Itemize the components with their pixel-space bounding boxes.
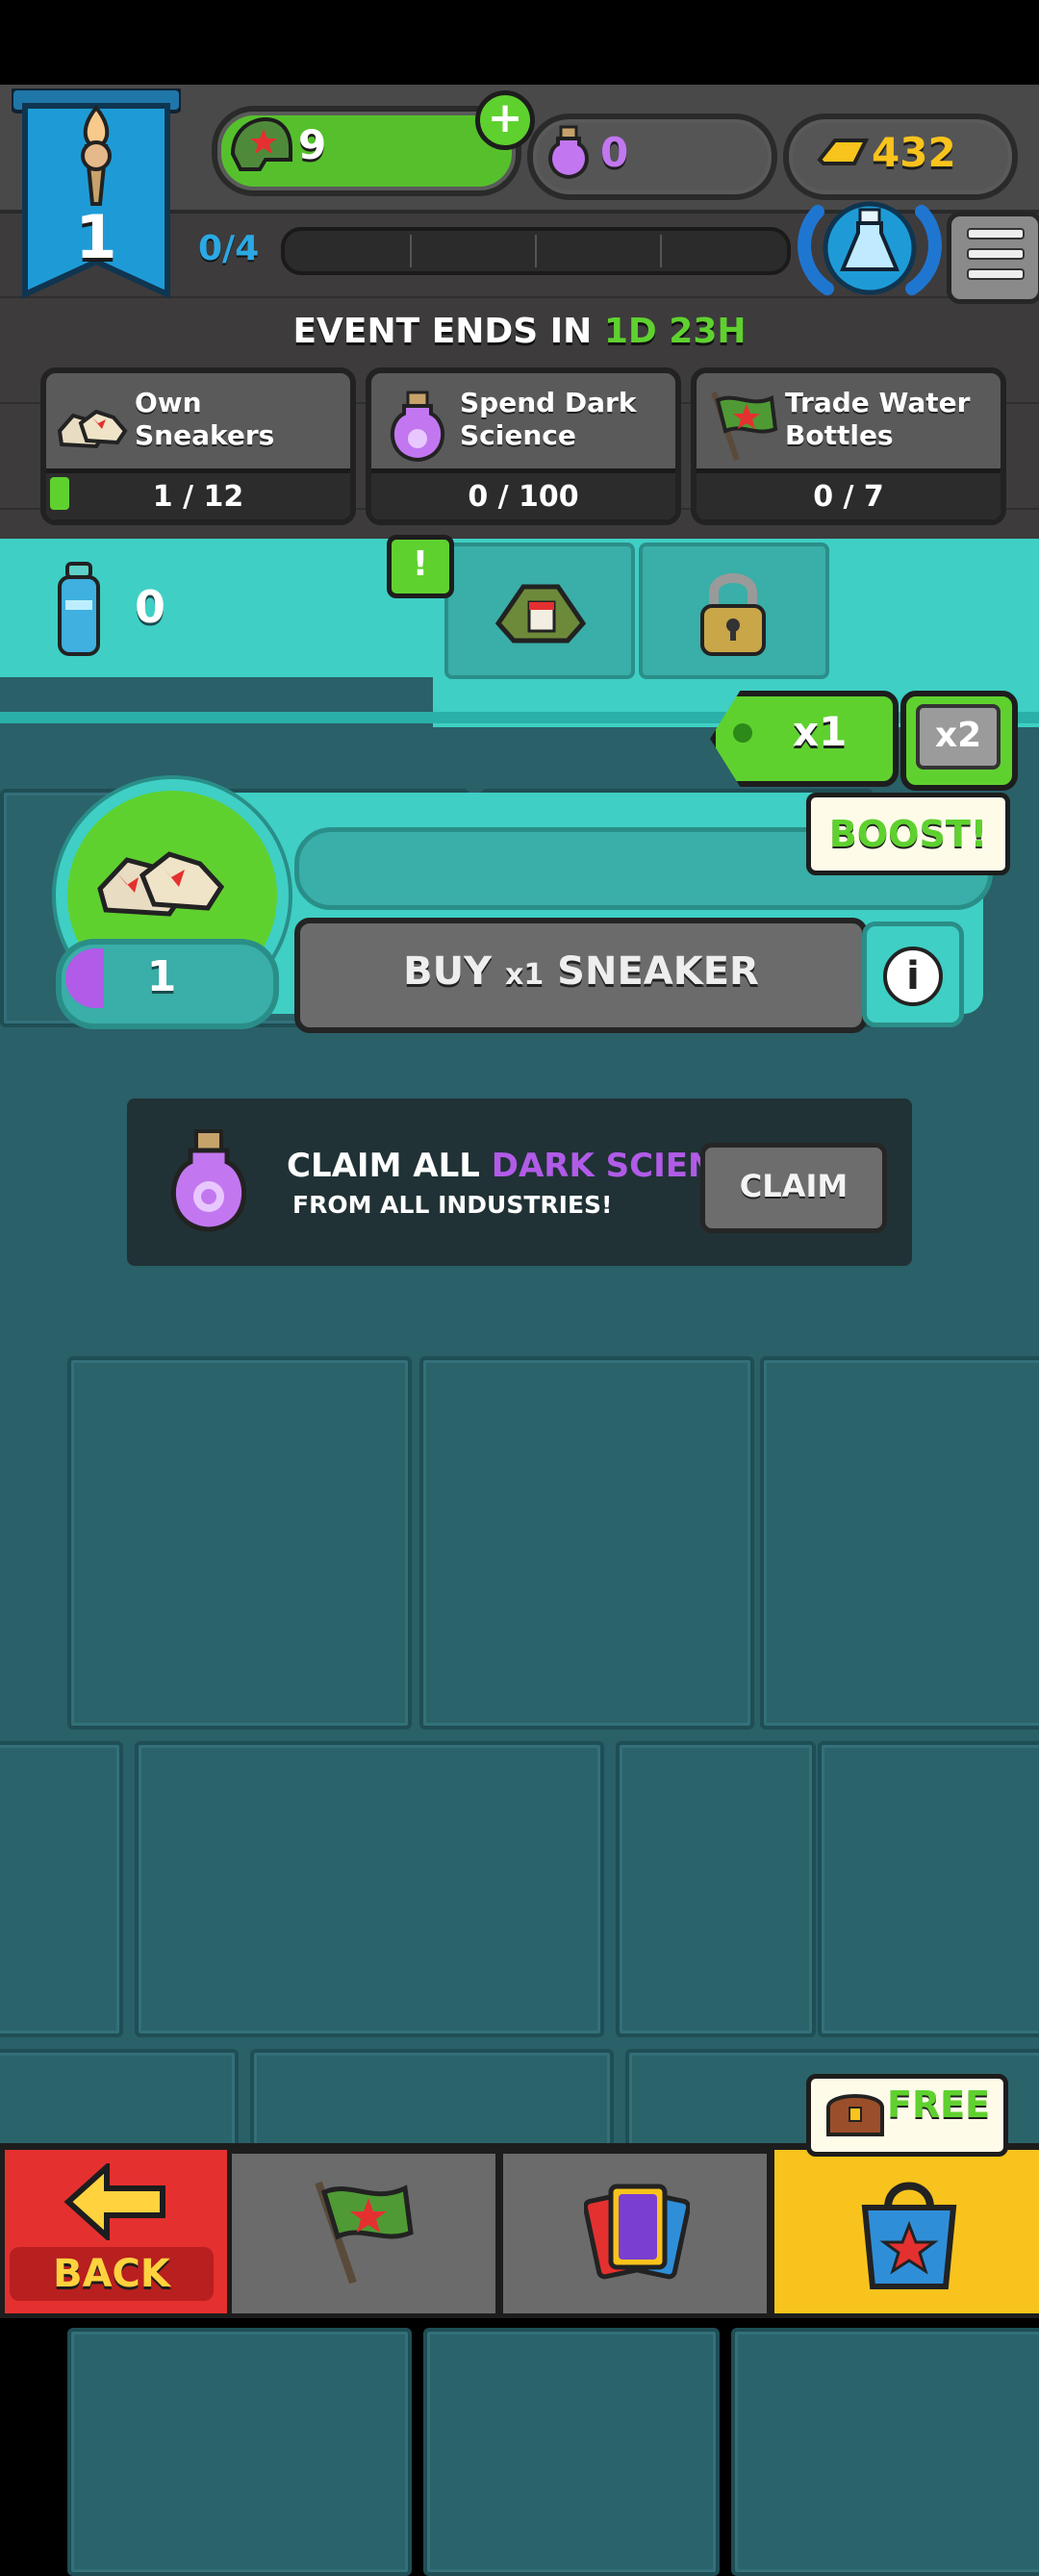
task-card-trade-water-bottles[interactable]: Trade Water Bottles 0 / 7 (691, 367, 1006, 525)
back-label: BACK (10, 2247, 214, 2301)
level-progress-text: 0/4 (198, 229, 260, 268)
gold-bars-icon (817, 139, 870, 165)
claim-title: CLAIM ALL DARK SCIENCE (287, 1147, 762, 1185)
cards-icon (584, 2184, 690, 2280)
water-bottle-icon (58, 562, 100, 656)
claim-button[interactable]: CLAIM (700, 1143, 887, 1233)
water-bottle-count: 0 (135, 581, 166, 633)
task-title: Spend Dark Science (460, 387, 637, 451)
tab-locked[interactable] (639, 543, 829, 679)
menu-button[interactable] (947, 212, 1039, 304)
multiplier-x2-label: x2 (916, 704, 1001, 770)
level-number: 1 (75, 202, 117, 272)
task-title: Trade Water Bottles (785, 387, 971, 451)
task-title: Own Sneakers (135, 387, 275, 451)
sneakers-icon (97, 851, 225, 917)
tag-hole-icon (733, 723, 752, 743)
industry-owned-count: 1 (146, 952, 177, 1001)
dark-science-flask-icon (548, 125, 589, 179)
nav-tab-shop[interactable] (770, 2145, 1039, 2318)
shopping-bag-icon (861, 2182, 957, 2289)
dark-science-count: 0 (600, 129, 629, 176)
task-count: 0 / 7 (813, 480, 884, 514)
task-card-spend-dark-science[interactable]: Spend Dark Science 0 / 100 (366, 367, 681, 525)
helmet-icon (230, 116, 292, 171)
free-label: FREE (887, 2084, 991, 2126)
nav-tab-cards[interactable] (498, 2149, 772, 2318)
treasure-chest-icon (826, 2094, 884, 2136)
task-card-own-sneakers[interactable]: Own Sneakers 1 / 12 (40, 367, 356, 525)
flag-icon (315, 2181, 414, 2285)
buy-label-multiplier: x1 (505, 958, 545, 992)
dark-science-flask-icon (390, 391, 445, 463)
event-time: 1D 23H (603, 312, 747, 351)
event-label: EVENT ENDS IN (292, 312, 593, 351)
arrow-left-icon (63, 2163, 165, 2240)
level-progress-bar (281, 227, 791, 275)
padlock-icon (700, 573, 766, 656)
task-count: 0 / 100 (468, 480, 579, 514)
buy-sneaker-button[interactable]: BUY x1 SNEAKER (294, 918, 868, 1033)
research-laurel-badge[interactable] (789, 192, 950, 298)
task-count: 1 / 12 (152, 480, 244, 514)
tab-military-helmet[interactable] (444, 543, 635, 679)
helmet-count: 9 (298, 121, 327, 168)
level-banner[interactable] (12, 88, 181, 306)
alert-badge: ! (387, 535, 454, 598)
dark-science-flask-icon (170, 1129, 247, 1232)
add-helmets-button[interactable]: + (475, 90, 535, 150)
helmet-kit-icon (494, 584, 587, 644)
sneakers-icon (57, 409, 128, 449)
boost-badge[interactable]: BOOST! (806, 793, 1010, 875)
claim-subtitle: FROM ALL INDUSTRIES! (292, 1191, 613, 1219)
gold-count: 432 (872, 129, 956, 176)
info-icon: i (883, 947, 943, 1006)
status-bar (0, 0, 1039, 85)
nav-tab-events[interactable] (227, 2149, 500, 2318)
event-countdown: EVENT ENDS IN 1D 23H (0, 312, 1039, 351)
multiplier-x1-label: x1 (793, 708, 848, 755)
buy-label-prefix: BUY (403, 949, 505, 994)
buy-label-item: SNEAKER (544, 949, 759, 994)
flag-icon (711, 391, 778, 461)
